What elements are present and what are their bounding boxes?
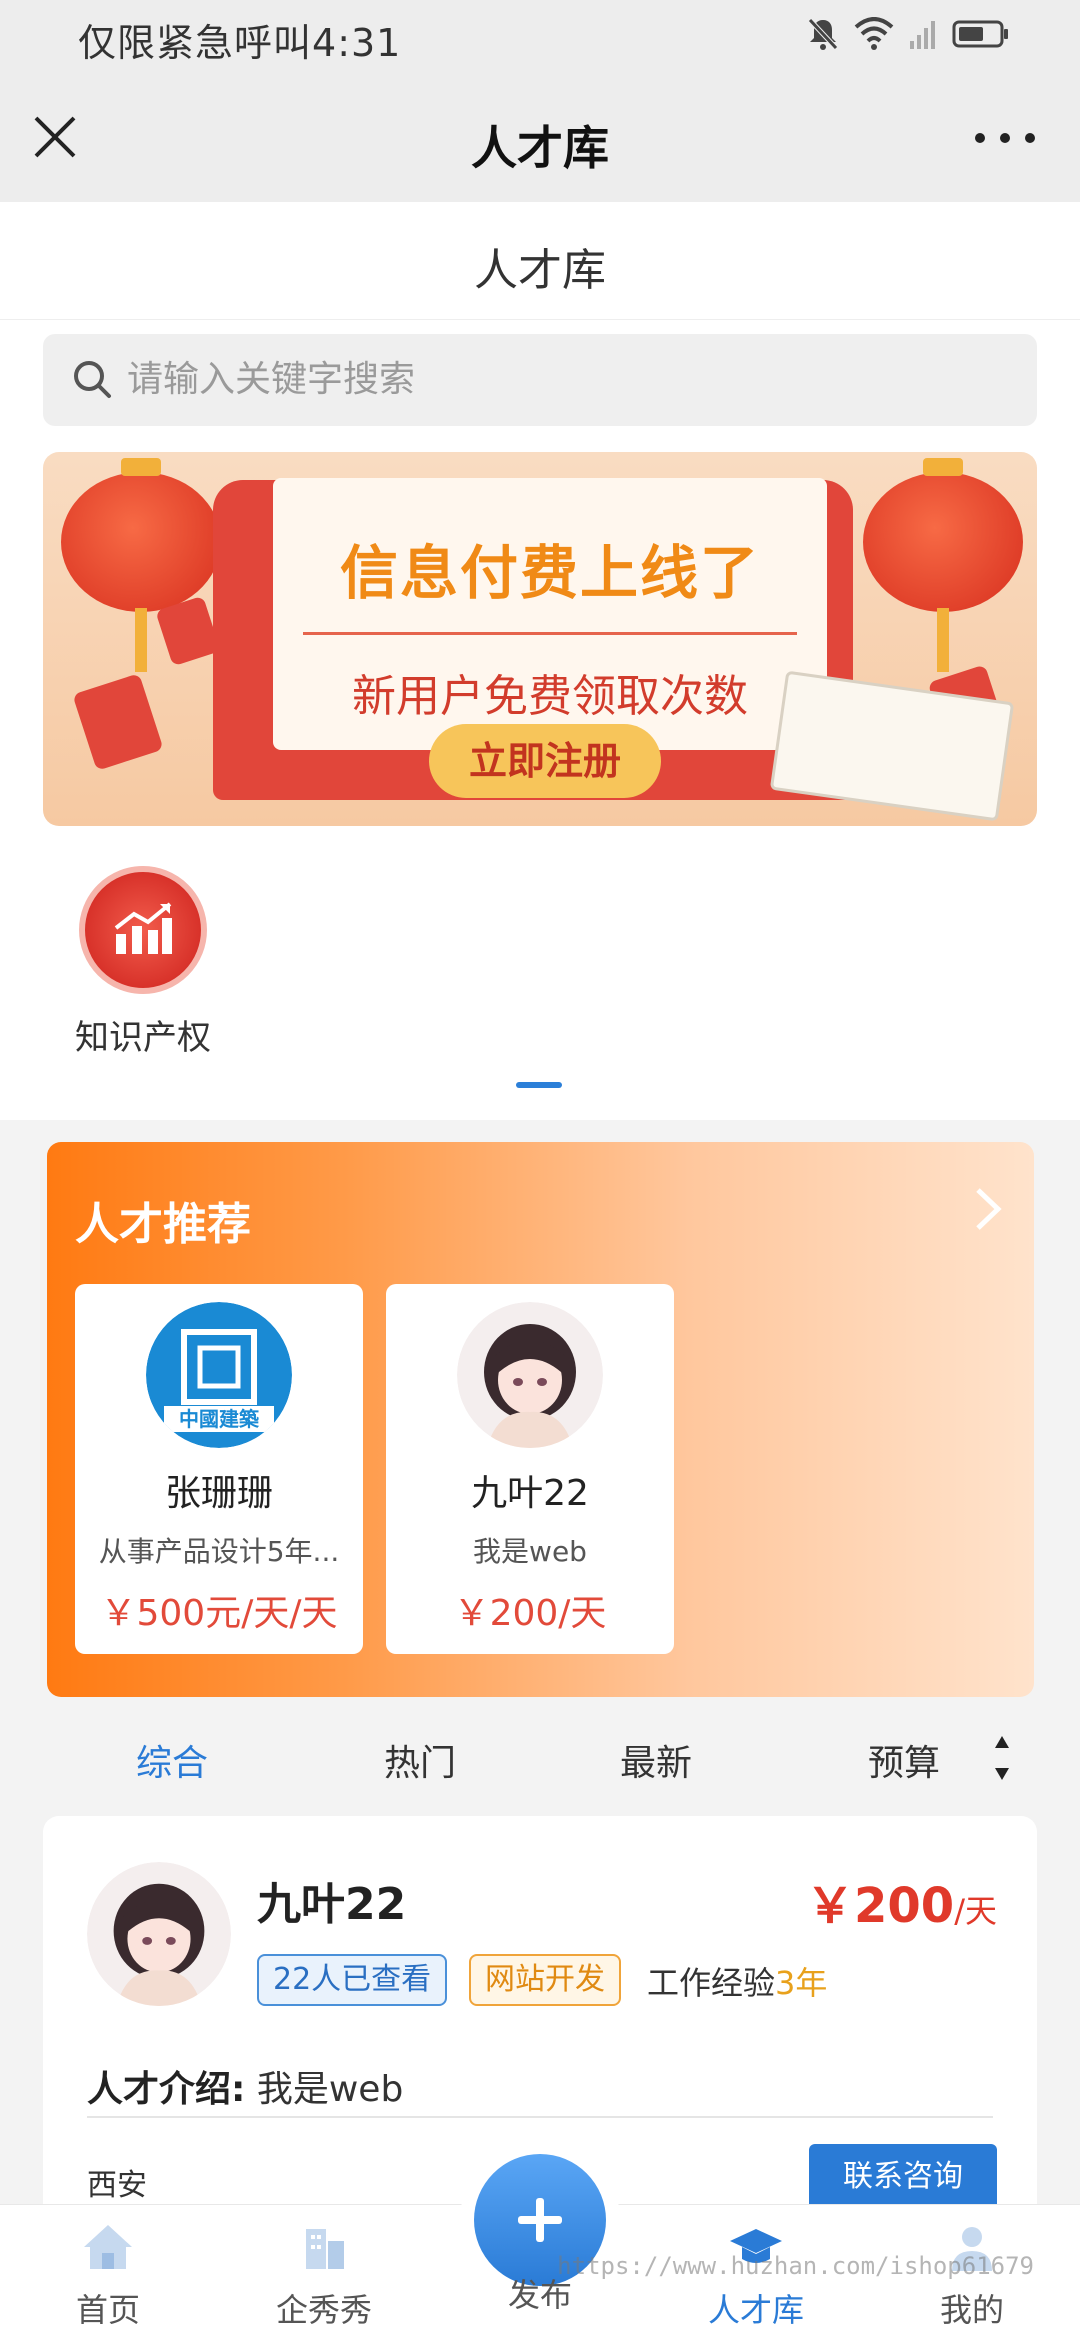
sort-tab-budget[interactable]: 预算 [868,1734,940,1786]
price-unit: /天 [954,1892,997,1930]
page-indicator [516,1082,562,1088]
recommend-price: ￥500元/天/天 [100,1593,338,1634]
avatar [87,1862,231,2006]
status-time: 4:31 [312,21,402,65]
sort-tab-newest[interactable]: 最新 [620,1734,692,1786]
tab-home[interactable]: 首页 [38,2219,178,2331]
company-logo-icon: 中國建築 [146,1302,292,1448]
banner-headline: 信息付费上线了 [339,539,760,607]
tab-label: 人才库 [707,2291,804,2329]
battery-icon [952,20,1008,48]
signal-icon [910,21,935,49]
views-badge: 22人已查看 [257,1954,448,2006]
search-icon [74,361,111,398]
skill-badge: 网站开发 [469,1954,621,2006]
carrier-text: 仅限紧急呼叫 [78,21,313,65]
search-box[interactable] [43,334,1037,426]
talent-name: 九叶22 [257,1879,407,1930]
tab-label: 企秀秀 [275,2291,372,2329]
banner-divider [303,632,797,635]
nav-title: 人才库 [471,121,609,175]
avatar: 中國建築 [146,1302,292,1448]
nav-bar: 人才库 [0,72,1080,202]
talent-city: 西安 [87,2168,147,2203]
divider [87,2116,993,2118]
watermark: https://www.huzhan.com/ishop61679 [557,2252,1034,2280]
recommend-card[interactable]: 九叶22 我是web ￥200/天 [386,1284,674,1654]
recommend-name: 张珊珊 [164,1473,273,1514]
sort-tab-hot[interactable]: 热门 [384,1734,456,1786]
work-experience: 工作经验3年 [647,1958,827,2004]
page-title: 人才库 [474,245,606,296]
building-icon [306,2229,344,2269]
recommend-title: 人才推荐 [75,1199,251,1250]
sort-toggle-icon[interactable] [992,1732,1012,1784]
recommend-card[interactable]: 中國建築 张珊珊 从事产品设计5年... ￥500元/天/天 [75,1284,363,1654]
tab-label: 首页 [75,2291,140,2329]
search-input[interactable] [127,334,1007,426]
status-icons [806,16,1010,52]
price-value: ￥200 [806,1878,955,1934]
anime-avatar-icon [87,1862,231,2006]
recommend-price: ￥200/天 [453,1593,607,1634]
sort-tab-comprehensive[interactable]: 综合 [136,1734,208,1786]
page-header: 人才库 [0,202,1080,320]
home-icon [84,2225,132,2269]
lantern-decoration [61,458,221,672]
wifi-icon [854,17,894,50]
avatar [457,1302,603,1448]
category-item-ip[interactable]: 知识产权 [58,866,228,1059]
tab-company[interactable]: 企秀秀 [254,2219,394,2331]
status-bar: 仅限紧急呼叫4:31 [0,0,1080,72]
experience-value: 3年 [775,1964,828,2002]
experience-label: 工作经验 [647,1964,776,2002]
tab-label: 我的 [939,2291,1004,2329]
chart-up-icon [114,902,172,954]
contact-button[interactable]: 联系咨询 [809,2144,997,2210]
intro-text: 我是web [256,2069,404,2110]
red-envelope-decoration [72,673,164,771]
sort-bar: 综合 热门 最新 预算 [0,1708,1080,1808]
mute-icon [808,18,838,50]
talent-recommend-panel: 人才推荐 中國建築 张珊珊 从事产品设计5年... ￥500元/天/天 九叶22… [47,1142,1034,1697]
promo-banner[interactable]: 信息付费上线了 新用户免费领取次数 立即注册 [43,452,1037,826]
talent-intro: 人才介绍: 我是web [87,2060,403,2112]
register-button[interactable]: 立即注册 [429,724,661,798]
more-icon[interactable] [970,128,1040,148]
recommend-desc: 从事产品设计5年... [98,1535,340,1568]
category-label: 知识产权 [75,1018,211,1058]
chevron-right-icon[interactable] [968,1184,1008,1234]
screen: 仅限紧急呼叫4:31 人才库 人才库 信息付费上线了 新用户免 [0,0,1080,2340]
recommend-name: 九叶22 [471,1473,589,1514]
anime-avatar-icon [457,1302,603,1448]
banner-subline: 新用户免费领取次数 [352,671,748,722]
banner-card: 信息付费上线了 新用户免费领取次数 [273,478,827,750]
recommend-desc: 我是web [473,1535,587,1568]
lantern-decoration [863,458,1023,672]
talent-price: ￥200/天 [806,1866,997,1936]
company-logo-text: 中國建築 [179,1407,260,1431]
plus-icon [518,2198,562,2242]
intro-label: 人才介绍: [87,2069,246,2110]
status-text: 仅限紧急呼叫4:31 [78,12,401,67]
category-icon [79,866,207,994]
